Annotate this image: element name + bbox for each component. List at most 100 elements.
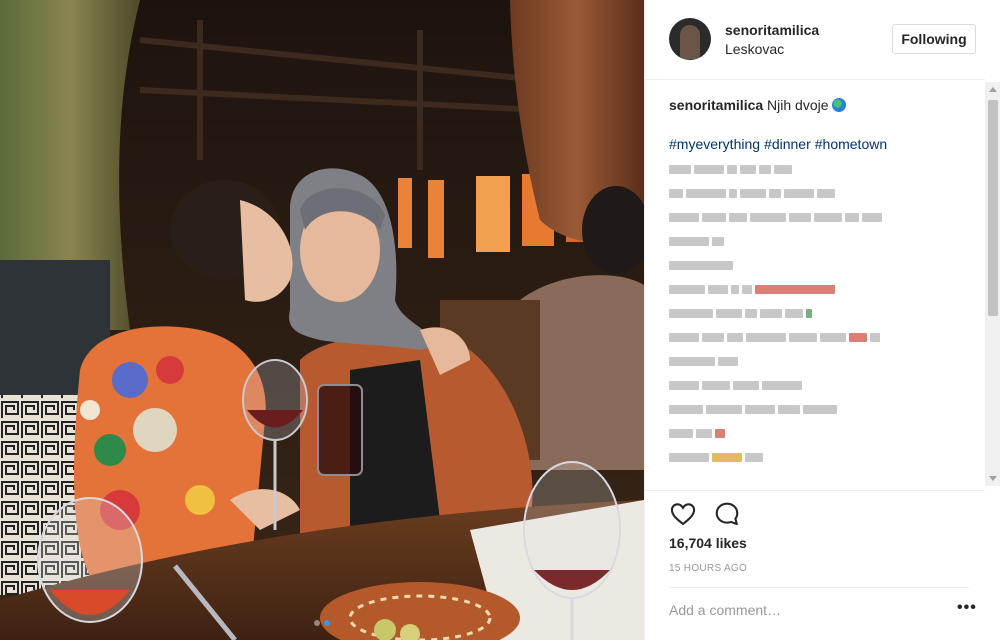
likes-count[interactable]: 16,704 likes [669, 535, 747, 551]
blurred-comment-line [669, 450, 969, 464]
more-options-button[interactable]: ••• [957, 600, 977, 616]
pixelated-word [870, 332, 880, 342]
pixelated-word [746, 332, 786, 342]
blurred-comment-line [669, 186, 969, 200]
pixelated-word [755, 284, 835, 294]
caption: senoritamilica Njih dvoje [669, 96, 969, 114]
header-username[interactable]: senoritamilica [725, 22, 819, 38]
pixelated-word [789, 332, 817, 342]
scroll-up-arrow-icon[interactable] [989, 87, 997, 92]
pixelated-word [742, 284, 752, 294]
pixelated-word [669, 404, 703, 414]
pixelated-word [789, 212, 811, 222]
pixelated-word [817, 188, 835, 198]
pixelated-word [778, 404, 800, 414]
pixelated-word [740, 188, 766, 198]
pixelated-word [669, 428, 693, 438]
pixelated-word [669, 308, 713, 318]
blurred-comment-line [669, 258, 969, 272]
blurred-comment-line [669, 306, 969, 320]
blurred-comment-line [669, 162, 969, 176]
pixelated-word [718, 356, 738, 366]
pixelated-word [686, 188, 726, 198]
post-header: senoritamilica Leskovac Following [645, 0, 985, 80]
carousel-dot-active [324, 620, 330, 626]
pixelated-word [740, 164, 756, 174]
pixelated-word [712, 236, 724, 246]
blurred-comment-line [669, 402, 969, 416]
pixelated-word [712, 452, 742, 462]
heart-outline-icon[interactable] [669, 500, 697, 528]
pixelated-word [708, 284, 728, 294]
pixelated-word [669, 284, 705, 294]
pixelated-word [669, 188, 683, 198]
blurred-comment-line [669, 330, 969, 344]
pixelated-word [785, 308, 803, 318]
caption-username[interactable]: senoritamilica [669, 97, 763, 113]
pixelated-word [745, 452, 763, 462]
pixelated-word [669, 452, 709, 462]
post-actions: 16,704 likes 15 HOURS AGO ••• [645, 490, 985, 640]
location-link[interactable]: Leskovac [725, 41, 784, 57]
blurred-comment-line [669, 378, 969, 392]
pixelated-word [806, 308, 812, 318]
pixelated-word [849, 332, 867, 342]
pixelated-word [669, 212, 699, 222]
hashtag-hometown[interactable]: #hometown [815, 136, 887, 152]
pixelated-word [715, 428, 725, 438]
pixelated-word [669, 332, 699, 342]
speech-bubble-icon[interactable] [713, 500, 741, 528]
pixelated-word [702, 212, 726, 222]
blurred-comment-line [669, 354, 969, 368]
pixelated-word [733, 380, 759, 390]
pixelated-word [774, 164, 792, 174]
pixelated-word [760, 308, 782, 318]
add-comment-input[interactable] [669, 598, 919, 622]
blurred-comment-line [669, 210, 969, 224]
pixelated-word [731, 284, 739, 294]
blurred-comments [669, 162, 969, 464]
pixelated-word [845, 212, 859, 222]
following-button[interactable]: Following [892, 24, 976, 54]
scroll-down-arrow-icon[interactable] [989, 476, 997, 481]
pixelated-word [820, 332, 846, 342]
hashtag-list: #myeverything #dinner #hometown [669, 136, 969, 152]
pixelated-word [759, 164, 771, 174]
pixelated-word [745, 404, 775, 414]
pixelated-word [814, 212, 842, 222]
pixelated-word [669, 260, 733, 270]
blurred-comment-line [669, 282, 969, 296]
pixelated-word [769, 188, 781, 198]
pixelated-word [803, 404, 837, 414]
pixelated-word [669, 236, 709, 246]
post-side-panel: senoritamilica Leskovac Following senori… [644, 0, 1000, 640]
pixelated-word [729, 188, 737, 198]
comments-scrollbar[interactable] [985, 82, 1000, 486]
pixelated-word [706, 404, 742, 414]
pixelated-word [669, 380, 699, 390]
pixelated-word [696, 428, 712, 438]
pixelated-word [702, 380, 730, 390]
hashtag-myeverything[interactable]: #myeverything [669, 136, 760, 152]
carousel-dot [314, 620, 320, 626]
post-photo[interactable] [0, 0, 644, 640]
pixelated-word [862, 212, 882, 222]
pixelated-word [727, 164, 737, 174]
blurred-comment-line [669, 234, 969, 248]
scrollbar-thumb[interactable] [988, 100, 998, 316]
pixelated-word [669, 164, 691, 174]
photo-illustration [0, 0, 644, 640]
globe-emoji-icon [831, 98, 846, 112]
pixelated-word [745, 308, 757, 318]
comment-bar: ••• [669, 587, 976, 633]
hashtag-dinner[interactable]: #dinner [764, 136, 811, 152]
pixelated-word [669, 356, 715, 366]
pixelated-word [729, 212, 747, 222]
pixelated-word [702, 332, 724, 342]
blurred-comment-line [669, 426, 969, 440]
pixelated-word [727, 332, 743, 342]
avatar[interactable] [669, 18, 711, 60]
carousel-indicator [0, 620, 644, 626]
post-timestamp[interactable]: 15 HOURS AGO [669, 563, 747, 574]
comments-list[interactable]: senoritamilica Njih dvoje #myeverything #… [669, 96, 969, 488]
